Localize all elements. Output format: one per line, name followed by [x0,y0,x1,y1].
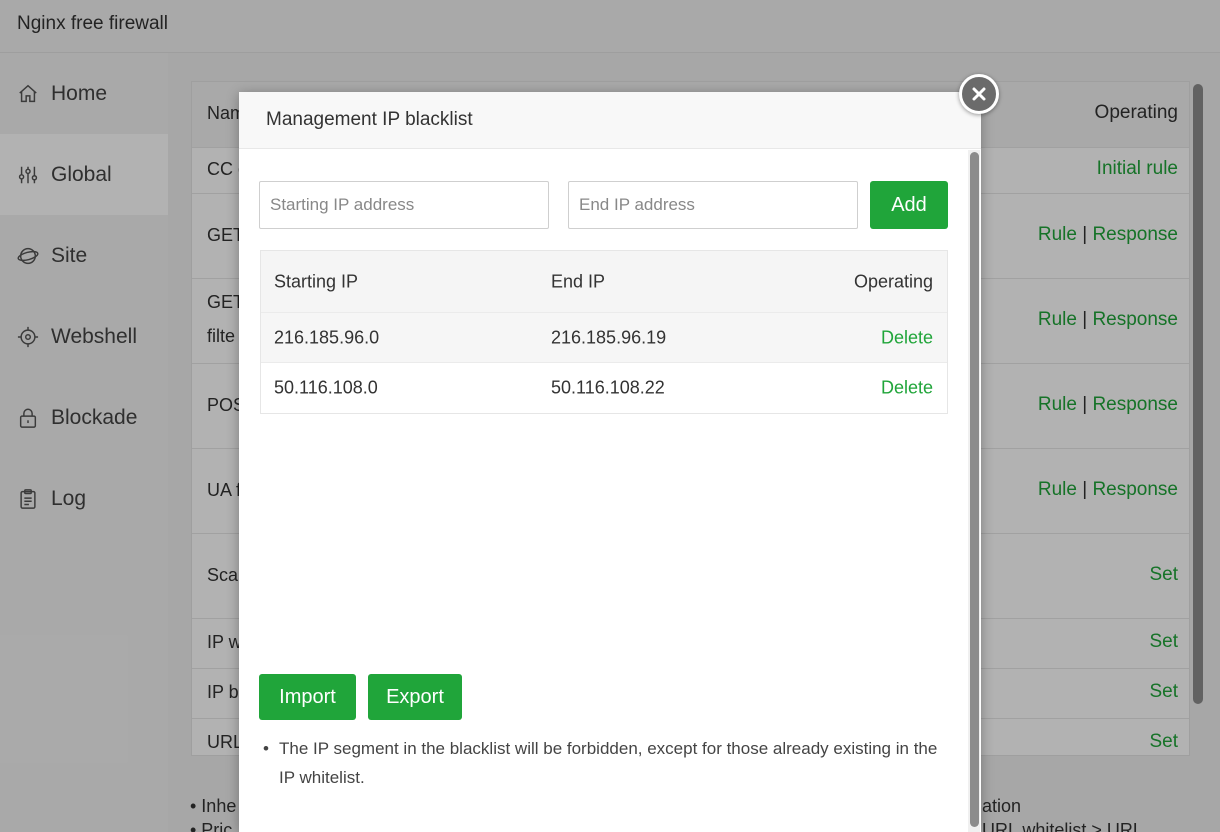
starting-ip-cell: 50.116.108.0 [274,377,378,398]
ip-blacklist-dialog: Management IP blacklist Add Starting IP … [239,92,981,832]
end-ip-cell: 50.116.108.22 [551,377,665,398]
table-row: 216.185.96.0 216.185.96.19 Delete [261,313,947,363]
dialog-scrollbar-thumb[interactable] [970,152,979,827]
column-header-end-ip: End IP [551,271,606,291]
table-row: 50.116.108.0 50.116.108.22 Delete [261,363,947,413]
column-header-operating: Operating [853,271,933,291]
dialog-header: Management IP blacklist [239,92,981,149]
end-ip-cell: 216.185.96.19 [551,327,667,347]
bullet: • [263,739,269,758]
close-icon [970,85,988,103]
delete-link[interactable]: Delete [881,327,933,348]
import-button[interactable]: Import [259,674,356,720]
column-header-starting-ip: Starting IP [274,271,359,291]
note-text: The IP segment in the blacklist will be … [279,739,938,787]
close-dialog-button[interactable] [959,74,999,114]
ip-blacklist-table: Starting IP End IP Operating 216.185.96.… [260,250,948,414]
export-button[interactable]: Export [368,674,462,720]
end-ip-input[interactable] [568,181,858,229]
table-header: Starting IP End IP Operating [261,251,947,313]
add-button[interactable]: Add [870,181,948,229]
starting-ip-input[interactable] [259,181,549,229]
delete-link[interactable]: Delete [881,378,933,399]
starting-ip-cell: 216.185.96.0 [274,327,380,347]
dialog-title: Management IP blacklist [266,109,473,130]
blacklist-note: • The IP segment in the blacklist will b… [261,734,951,792]
